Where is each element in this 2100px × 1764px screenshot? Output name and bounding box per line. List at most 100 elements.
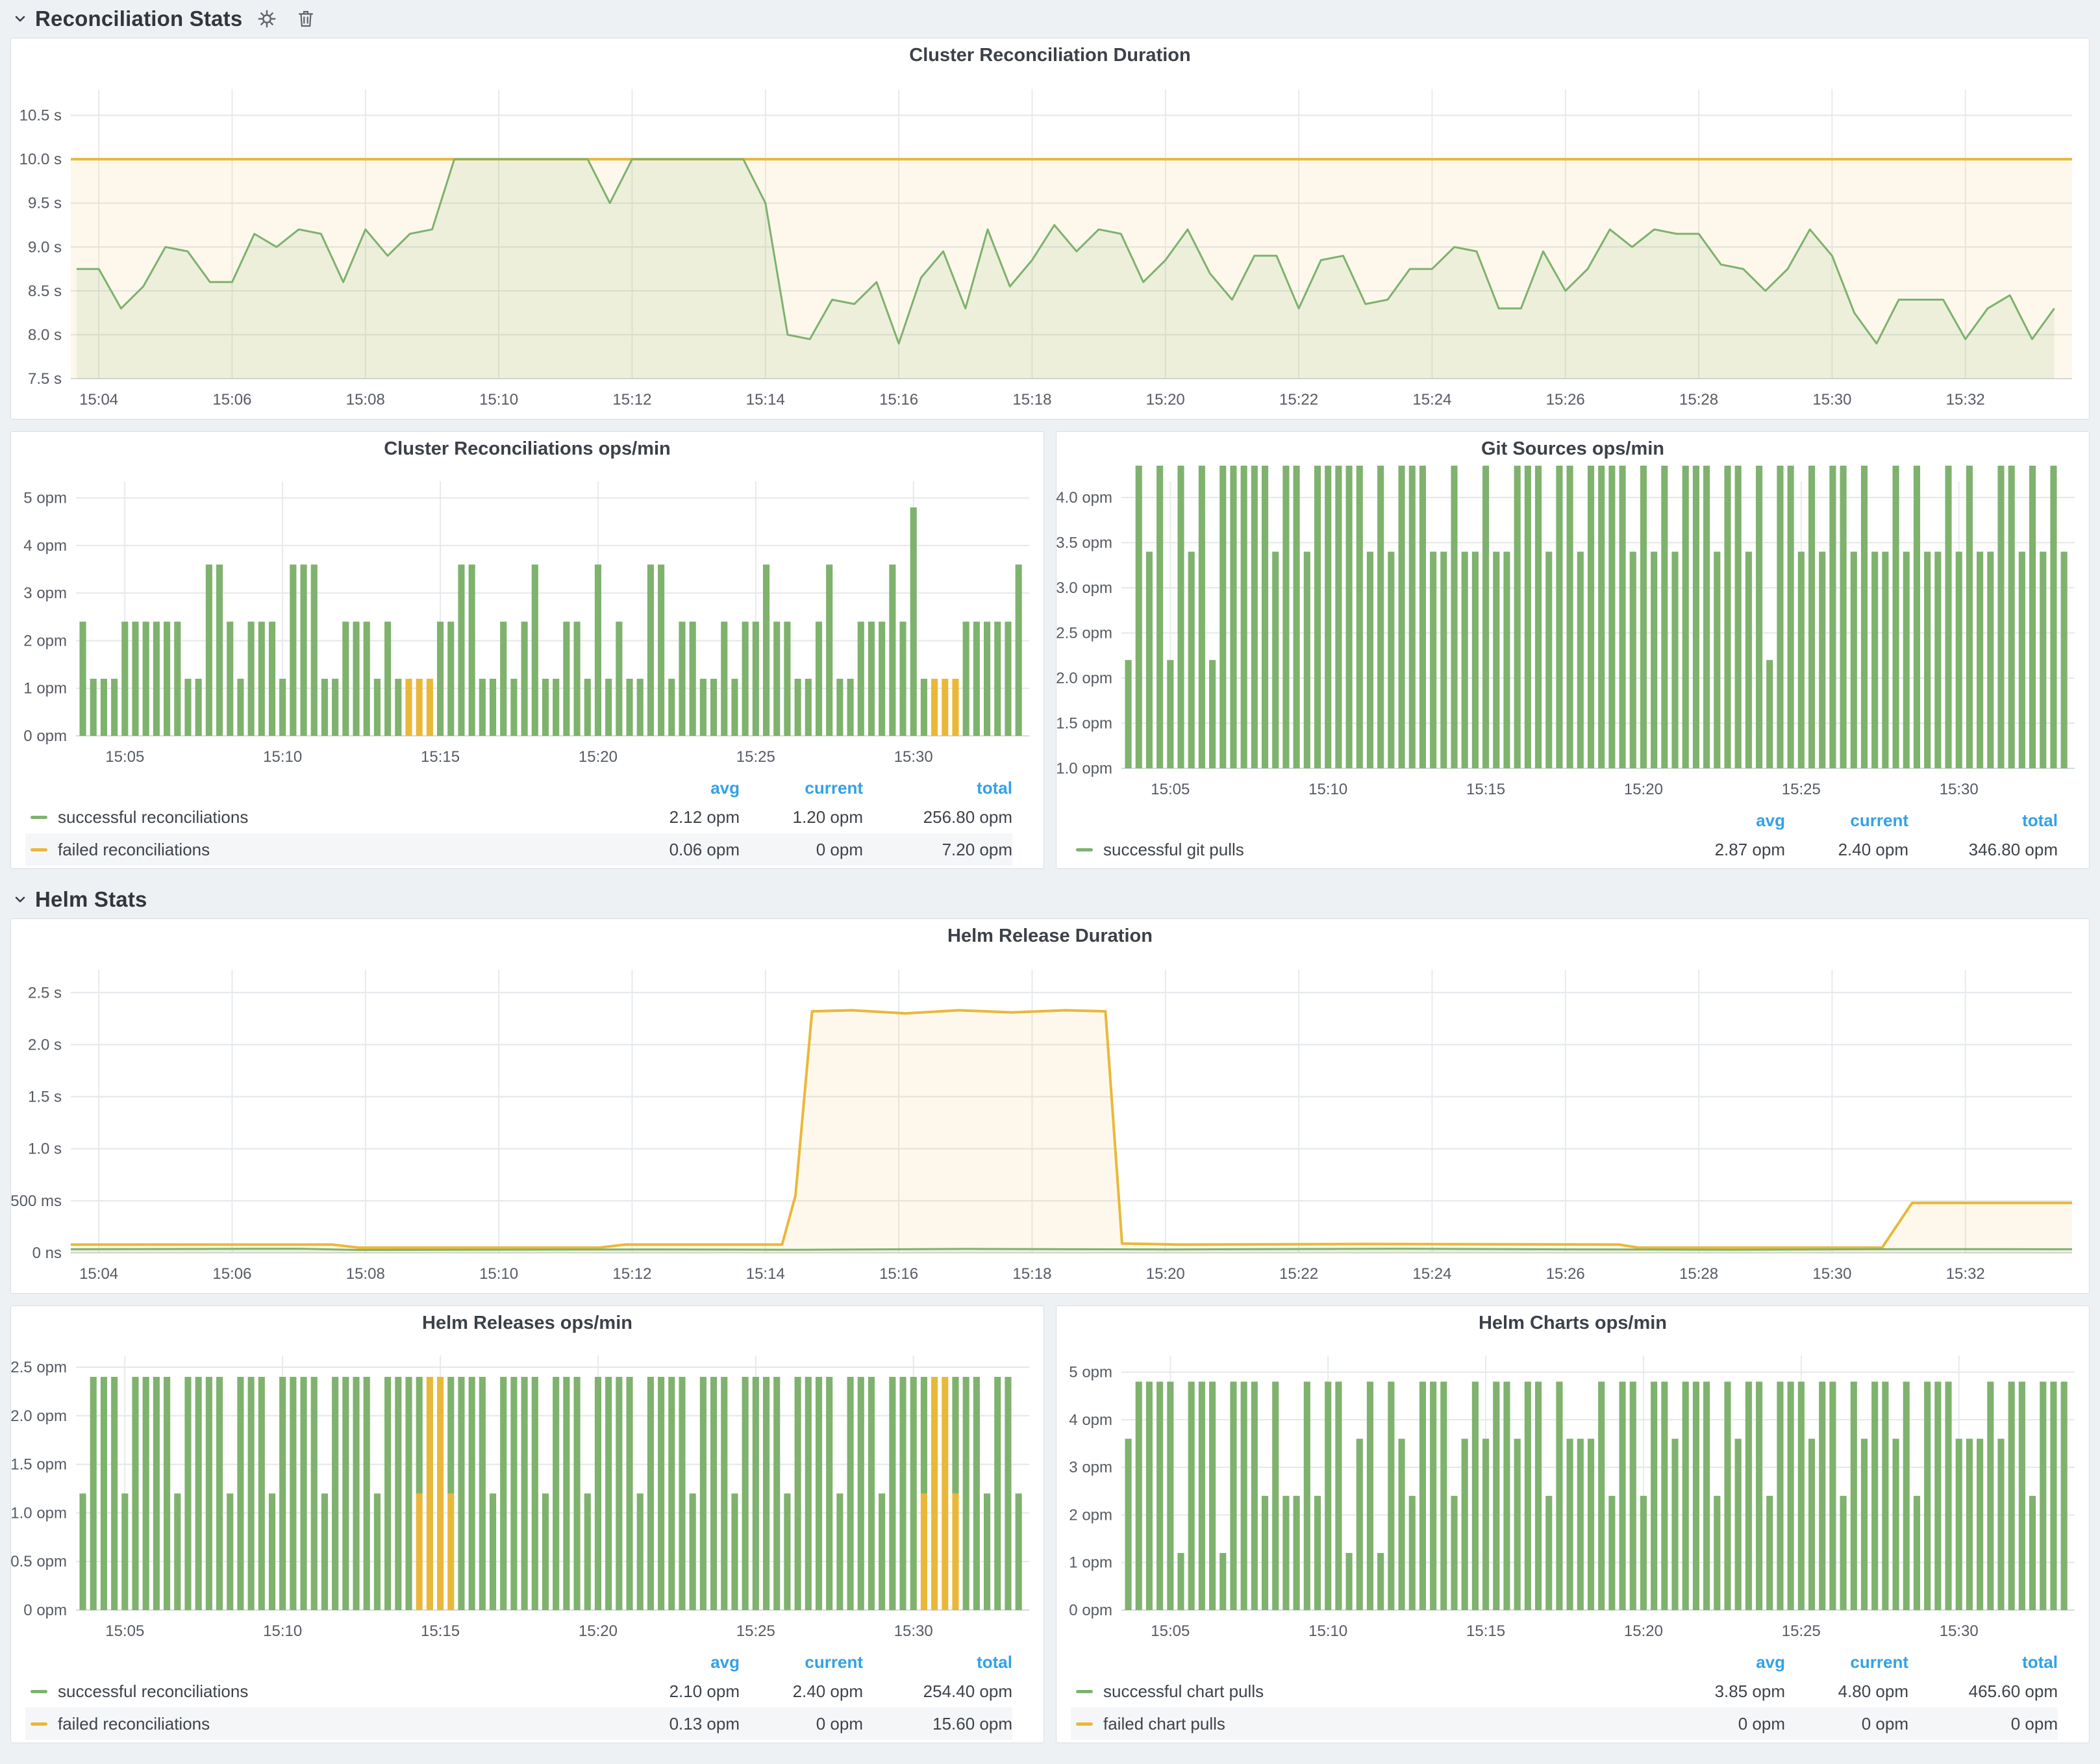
svg-text:15:24: 15:24 bbox=[1412, 1265, 1451, 1283]
legend-stat-total: 256.80 opm bbox=[863, 807, 1012, 827]
legend-row: failed reconciliations0.13 opm0 opm15.60… bbox=[25, 1707, 1012, 1740]
legend-series-label[interactable]: failed chart pulls bbox=[1071, 1714, 1662, 1734]
svg-text:8.5 s: 8.5 s bbox=[28, 283, 62, 300]
legend-col-total[interactable]: total bbox=[863, 778, 1012, 798]
svg-text:15:18: 15:18 bbox=[1012, 1265, 1051, 1283]
panel-git-sources-opm: Git Sources ops/min 15:0515:1015:1515:20… bbox=[1056, 431, 2090, 869]
legend-col-avg[interactable]: avg bbox=[1662, 811, 1785, 831]
cluster-reconciliation-duration-chart[interactable]: 15:0415:0615:0815:1015:1215:1415:1615:18… bbox=[11, 72, 2089, 419]
legend-series-label[interactable]: successful reconciliations bbox=[25, 807, 616, 827]
svg-text:2 opm: 2 opm bbox=[1069, 1506, 1112, 1524]
svg-text:15:05: 15:05 bbox=[105, 748, 144, 766]
panel-title[interactable]: Cluster Reconciliation Duration bbox=[11, 38, 2089, 72]
panel-title[interactable]: Helm Charts ops/min bbox=[1056, 1306, 2089, 1340]
svg-text:15:10: 15:10 bbox=[263, 1622, 302, 1640]
legend-col-avg[interactable]: avg bbox=[1662, 1652, 1785, 1672]
legend-col-current[interactable]: current bbox=[1785, 1652, 1908, 1672]
legend-col-total[interactable]: total bbox=[1908, 1652, 2058, 1672]
legend-series-name: failed reconciliations bbox=[58, 840, 210, 860]
gear-icon[interactable] bbox=[253, 5, 281, 33]
svg-text:0 opm: 0 opm bbox=[1069, 1602, 1112, 1619]
svg-text:15:20: 15:20 bbox=[1146, 391, 1185, 409]
section-header-reconciliation-stats[interactable]: Reconciliation Stats bbox=[0, 0, 2100, 38]
section-header-helm-stats[interactable]: Helm Stats bbox=[0, 881, 2100, 918]
svg-text:2.5 opm: 2.5 opm bbox=[11, 1359, 67, 1376]
svg-text:0.5 opm: 0.5 opm bbox=[11, 1553, 67, 1570]
chevron-down-icon[interactable] bbox=[12, 891, 29, 908]
legend-helm-charts: avgcurrenttotal successful chart pulls3.8… bbox=[1056, 1648, 2089, 1740]
helm-release-duration-chart[interactable]: 15:0415:0615:0815:1015:1215:1415:1615:18… bbox=[11, 953, 2089, 1293]
svg-text:2.0 opm: 2.0 opm bbox=[11, 1407, 67, 1425]
helm-releases-opm-chart[interactable]: 15:0515:1015:1515:2015:2515:300 opm0.5 o… bbox=[11, 1340, 1044, 1648]
svg-text:15:10: 15:10 bbox=[263, 748, 302, 766]
svg-text:10.0 s: 10.0 s bbox=[19, 151, 62, 168]
legend-series-label[interactable]: failed reconciliations bbox=[25, 1714, 616, 1734]
legend-series-name: failed reconciliations bbox=[58, 1714, 210, 1734]
svg-text:15:20: 15:20 bbox=[579, 748, 618, 766]
section-title[interactable]: Reconciliation Stats bbox=[35, 6, 242, 31]
svg-text:0 opm: 0 opm bbox=[23, 1602, 67, 1619]
svg-text:15:24: 15:24 bbox=[1412, 391, 1451, 409]
legend-stat-avg: 0.06 opm bbox=[616, 840, 740, 860]
svg-text:15:14: 15:14 bbox=[746, 391, 785, 409]
svg-text:1.0 opm: 1.0 opm bbox=[1056, 760, 1112, 777]
svg-text:15:10: 15:10 bbox=[479, 1265, 518, 1283]
legend-stat-current: 0 opm bbox=[1785, 1714, 1908, 1734]
legend-series-label[interactable]: successful reconciliations bbox=[25, 1682, 616, 1702]
panel-title[interactable]: Cluster Reconciliations ops/min bbox=[11, 432, 1044, 466]
legend-row: successful reconciliations2.12 opm1.20 o… bbox=[25, 801, 1012, 833]
svg-text:15:26: 15:26 bbox=[1546, 391, 1585, 409]
svg-text:15:32: 15:32 bbox=[1946, 1265, 1985, 1283]
svg-text:15:16: 15:16 bbox=[879, 391, 918, 409]
svg-text:1 opm: 1 opm bbox=[23, 680, 67, 698]
panel-title[interactable]: Helm Releases ops/min bbox=[11, 1306, 1044, 1340]
legend-col-current[interactable]: current bbox=[740, 1652, 863, 1672]
helm-charts-opm-chart[interactable]: 15:0515:1015:1515:2015:2515:300 opm1 opm… bbox=[1056, 1340, 2089, 1648]
cluster-reconciliations-opm-chart[interactable]: 15:0515:1015:1515:2015:2515:300 opm1 opm… bbox=[11, 466, 1044, 774]
legend-series-color-dash bbox=[1076, 848, 1093, 851]
legend-series-name: successful reconciliations bbox=[58, 1682, 248, 1702]
svg-text:0 opm: 0 opm bbox=[23, 727, 67, 745]
panel-title[interactable]: Git Sources ops/min bbox=[1056, 432, 2089, 466]
svg-text:15:30: 15:30 bbox=[1812, 391, 1851, 409]
svg-text:15:32: 15:32 bbox=[1946, 391, 1985, 409]
legend-stat-total: 346.80 opm bbox=[1908, 840, 2058, 860]
legend-series-color-dash bbox=[1076, 1690, 1093, 1693]
svg-text:2.5 opm: 2.5 opm bbox=[1056, 625, 1112, 642]
panel-title[interactable]: Helm Release Duration bbox=[11, 919, 2089, 953]
svg-text:15:05: 15:05 bbox=[105, 1622, 144, 1640]
svg-text:15:30: 15:30 bbox=[894, 748, 933, 766]
legend-header-row: avgcurrenttotal bbox=[1071, 807, 2058, 833]
svg-text:1 opm: 1 opm bbox=[1069, 1554, 1112, 1572]
legend-stat-avg: 3.85 opm bbox=[1662, 1682, 1785, 1702]
legend-helm-releases: avgcurrenttotal successful reconciliation… bbox=[11, 1648, 1044, 1740]
svg-text:9.0 s: 9.0 s bbox=[28, 238, 62, 256]
legend-series-label[interactable]: failed reconciliations bbox=[25, 840, 616, 860]
svg-text:7.5 s: 7.5 s bbox=[28, 370, 62, 388]
git-sources-opm-chart[interactable]: 15:0515:1015:1515:2015:2515:301.0 opm1.5… bbox=[1056, 466, 2089, 806]
legend-series-color-dash bbox=[1076, 1722, 1093, 1726]
legend-series-label[interactable]: successful chart pulls bbox=[1071, 1682, 1662, 1702]
svg-text:1.5 opm: 1.5 opm bbox=[1056, 715, 1112, 733]
legend-col-current[interactable]: current bbox=[1785, 811, 1908, 831]
legend-stat-avg: 2.12 opm bbox=[616, 807, 740, 827]
panel-helm-charts-opm: Helm Charts ops/min 15:0515:1015:1515:20… bbox=[1056, 1305, 2090, 1743]
svg-text:15:30: 15:30 bbox=[1940, 781, 1979, 798]
legend-header-row: avgcurrenttotal bbox=[25, 775, 1012, 801]
legend-col-total[interactable]: total bbox=[863, 1652, 1012, 1672]
legend-col-current[interactable]: current bbox=[740, 778, 863, 798]
svg-text:15:12: 15:12 bbox=[612, 391, 651, 409]
chevron-down-icon[interactable] bbox=[12, 10, 29, 27]
trash-icon[interactable] bbox=[292, 5, 320, 33]
svg-text:15:05: 15:05 bbox=[1151, 1622, 1190, 1640]
legend-col-total[interactable]: total bbox=[1908, 811, 2058, 831]
svg-text:15:30: 15:30 bbox=[1812, 1265, 1851, 1283]
svg-text:15:10: 15:10 bbox=[479, 391, 518, 409]
legend-col-avg[interactable]: avg bbox=[616, 778, 740, 798]
svg-text:15:25: 15:25 bbox=[1782, 1622, 1821, 1640]
section-title[interactable]: Helm Stats bbox=[35, 887, 147, 912]
legend-series-label[interactable]: successful git pulls bbox=[1071, 840, 1662, 860]
legend-col-avg[interactable]: avg bbox=[616, 1652, 740, 1672]
svg-text:15:25: 15:25 bbox=[736, 748, 775, 766]
svg-text:4 opm: 4 opm bbox=[1069, 1411, 1112, 1429]
